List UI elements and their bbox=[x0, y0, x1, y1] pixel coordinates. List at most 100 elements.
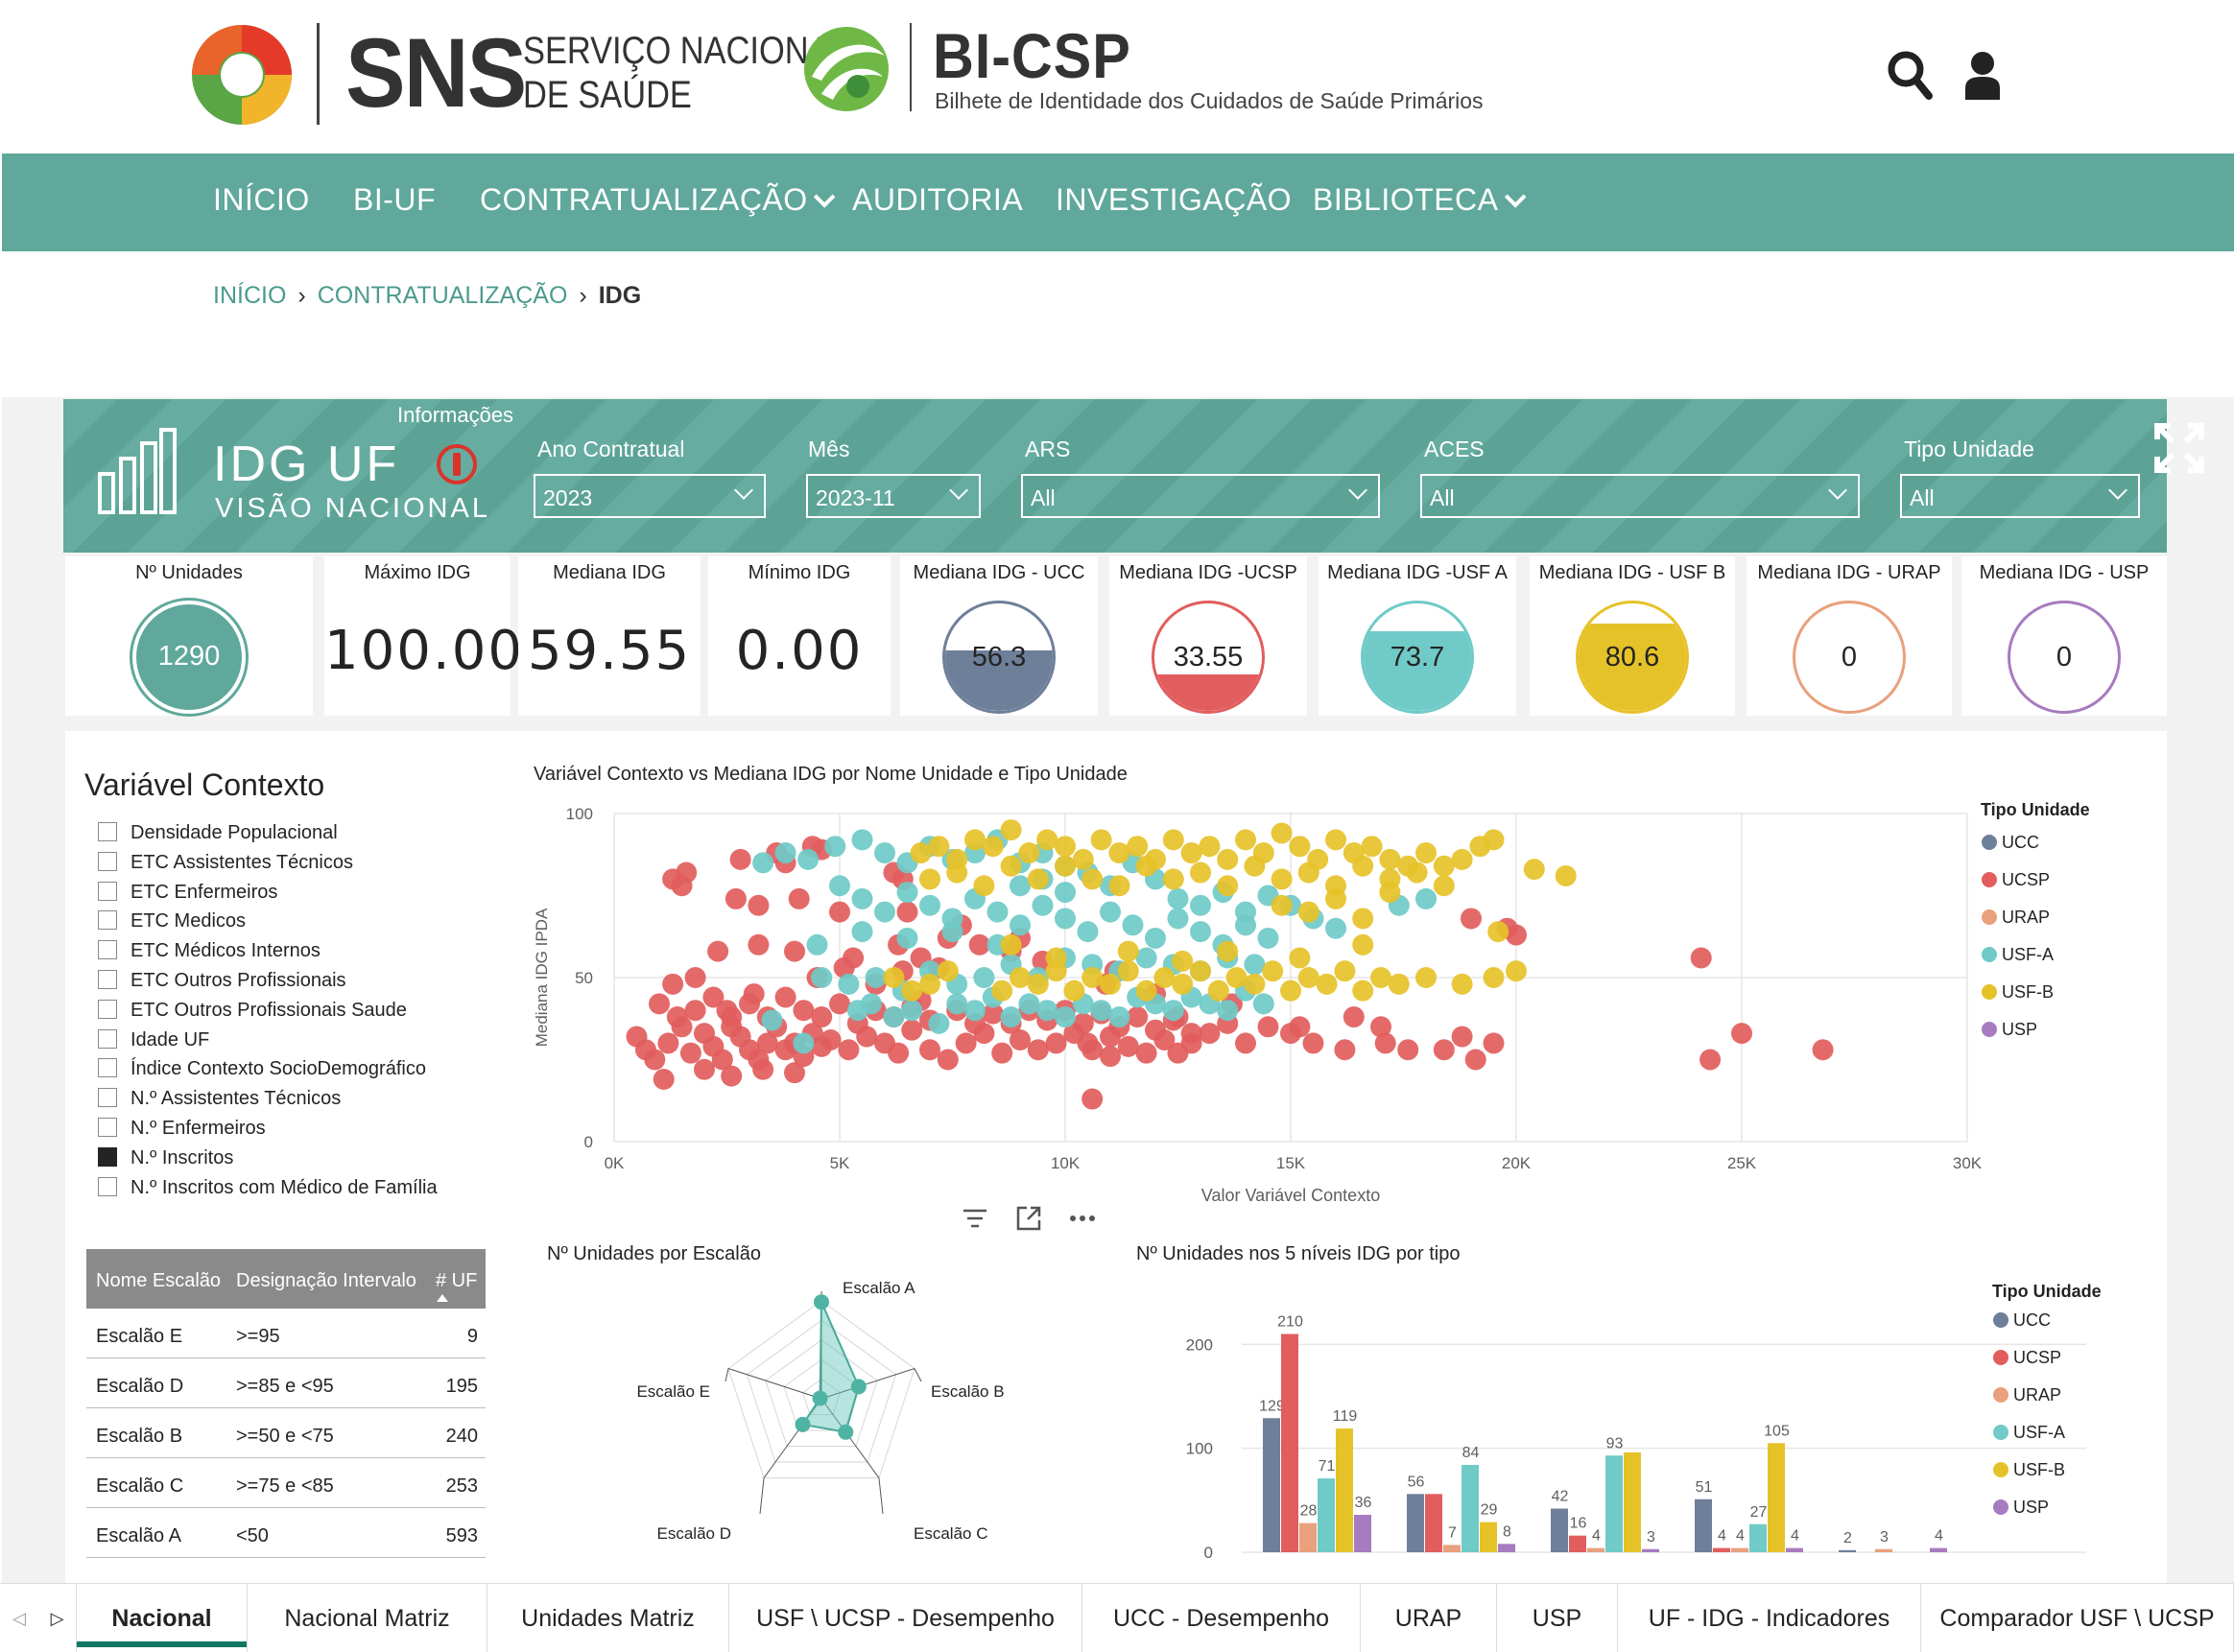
slicer-item[interactable]: ETC Enfermeiros bbox=[98, 881, 277, 904]
data-point-ucsp[interactable] bbox=[748, 933, 770, 956]
tab-usf-ucsp-desempenho[interactable]: USF \ UCSP - Desempenho bbox=[729, 1584, 1082, 1652]
data-point-usf-a[interactable] bbox=[1036, 1000, 1058, 1022]
data-point-usf-b[interactable] bbox=[1555, 864, 1577, 886]
data-point-ucsp[interactable] bbox=[1180, 1023, 1202, 1045]
nav-item-inicio[interactable]: INÍCIO bbox=[213, 182, 310, 218]
data-point-ucsp[interactable] bbox=[1081, 1039, 1104, 1061]
data-point-usf-a[interactable] bbox=[1162, 1000, 1184, 1022]
data-point-usf-b[interactable] bbox=[1172, 950, 1194, 972]
bar-ucc[interactable] bbox=[1695, 1499, 1712, 1552]
legend-marker[interactable] bbox=[1982, 947, 1997, 962]
data-point-usf-a[interactable] bbox=[1190, 921, 1211, 943]
bar-urap[interactable] bbox=[1587, 1547, 1604, 1552]
data-point-usf-a[interactable] bbox=[1235, 914, 1256, 936]
data-point-ucsp[interactable] bbox=[1135, 1042, 1157, 1064]
data-point-usf-b[interactable] bbox=[1000, 855, 1022, 877]
data-point-usf-a[interactable] bbox=[851, 887, 873, 909]
data-point-ucsp[interactable] bbox=[1302, 1032, 1324, 1054]
legend-marker[interactable] bbox=[1982, 872, 1997, 887]
data-point-usf-b[interactable] bbox=[1244, 855, 1266, 877]
legend-item[interactable]: URAP bbox=[2013, 1385, 2061, 1404]
data-point-usf-a[interactable] bbox=[1122, 914, 1144, 936]
data-point-usf-b[interactable] bbox=[1415, 967, 1437, 988]
data-point-ucsp[interactable] bbox=[788, 887, 810, 909]
data-point-ucsp[interactable] bbox=[919, 1039, 940, 1061]
radar-point[interactable] bbox=[812, 1390, 828, 1406]
checkbox-icon[interactable] bbox=[98, 1118, 117, 1137]
data-point-usf-a[interactable] bbox=[1055, 1006, 1076, 1028]
filter-icon[interactable] bbox=[962, 1207, 988, 1230]
tab-next-icon[interactable]: ▷ bbox=[38, 1584, 77, 1652]
data-point-usf-b[interactable] bbox=[1045, 947, 1067, 969]
data-point-ucsp[interactable] bbox=[991, 1042, 1013, 1064]
data-point-usf-b[interactable] bbox=[1316, 973, 1338, 995]
data-point-usf-b[interactable] bbox=[1117, 960, 1139, 982]
slicer-item[interactable]: ETC Outros Profissionais Saude bbox=[98, 999, 407, 1022]
data-point-usf-b[interactable] bbox=[1100, 973, 1121, 995]
bar-urap[interactable] bbox=[1443, 1545, 1461, 1552]
tab-nacional-matriz[interactable]: Nacional Matriz bbox=[248, 1584, 487, 1652]
bar-usp[interactable] bbox=[1498, 1544, 1515, 1552]
checkbox-icon[interactable] bbox=[98, 940, 117, 960]
data-point-ucsp[interactable] bbox=[649, 993, 670, 1015]
column-header-designacao-intervalo[interactable]: Designação Intervalo bbox=[236, 1270, 416, 1292]
data-point-ucsp[interactable] bbox=[1145, 1019, 1166, 1041]
data-point-ucsp[interactable] bbox=[1699, 1049, 1722, 1071]
data-point-usf-b[interactable] bbox=[1225, 967, 1248, 988]
bar-usf-b[interactable] bbox=[1768, 1443, 1785, 1552]
radar-point[interactable] bbox=[850, 1379, 867, 1395]
table-row[interactable]: Escalão A <50 593 bbox=[86, 1508, 486, 1558]
bar-usf-a[interactable] bbox=[1749, 1523, 1767, 1552]
data-point-usf-a[interactable] bbox=[811, 967, 833, 988]
slicer-item[interactable]: N.º Inscritos com Médico de Família bbox=[98, 1176, 438, 1199]
data-point-usf-a[interactable] bbox=[1100, 901, 1121, 923]
data-point-usf-a[interactable] bbox=[1010, 914, 1031, 936]
legend-item[interactable]: USP bbox=[2002, 1020, 2037, 1039]
data-point-usf-b[interactable] bbox=[928, 836, 950, 858]
data-point-usf-b[interactable] bbox=[1036, 829, 1058, 851]
bar-urap[interactable] bbox=[1875, 1548, 1892, 1552]
data-point-usf-b[interactable] bbox=[973, 875, 995, 897]
breadcrumb-link-contratualizacao[interactable]: CONTRATUALIZAÇÃO bbox=[318, 282, 568, 309]
data-point-usf-b[interactable] bbox=[1262, 960, 1284, 982]
checkbox-icon[interactable] bbox=[98, 881, 117, 901]
data-point-ucsp[interactable] bbox=[1334, 1039, 1356, 1061]
data-point-usf-b[interactable] bbox=[1379, 848, 1401, 870]
tab-urap[interactable]: URAP bbox=[1361, 1584, 1497, 1652]
data-point-usf-b[interactable] bbox=[1297, 861, 1319, 884]
data-point-usf-b[interactable] bbox=[1180, 842, 1202, 864]
data-point-usf-b[interactable] bbox=[1271, 822, 1293, 844]
tab-prev-icon[interactable]: ◁ bbox=[0, 1584, 38, 1652]
data-point-usf-b[interactable] bbox=[1027, 868, 1049, 890]
data-point-usf-a[interactable] bbox=[901, 1000, 923, 1022]
bar-urap[interactable] bbox=[1731, 1547, 1748, 1552]
data-point-ucsp[interactable] bbox=[1072, 1012, 1094, 1034]
slicer-item[interactable]: N.º Inscritos bbox=[98, 1146, 233, 1169]
legend-marker[interactable] bbox=[1982, 1022, 1997, 1037]
checkbox-icon[interactable] bbox=[98, 970, 117, 989]
data-point-ucsp[interactable] bbox=[1370, 1016, 1391, 1038]
legend-marker[interactable] bbox=[1993, 1350, 2008, 1365]
data-point-usf-a[interactable] bbox=[838, 973, 860, 995]
data-point-ucsp[interactable] bbox=[644, 1049, 666, 1071]
radar-chart[interactable]: Escalão A Escalão B Escalão C Escalão D Esca… bbox=[537, 1272, 1075, 1560]
data-point-usf-b[interactable] bbox=[1217, 875, 1239, 897]
data-point-ucsp[interactable] bbox=[662, 973, 684, 995]
nav-item-contratualizacao[interactable]: CONTRATUALIZAÇÃO bbox=[480, 182, 836, 218]
column-header-n-uf[interactable]: # UF bbox=[436, 1270, 477, 1292]
filter-ano-contratual[interactable]: 2023 bbox=[534, 474, 766, 518]
data-point-usf-a[interactable] bbox=[851, 921, 873, 943]
data-point-usf-b[interactable] bbox=[1289, 947, 1311, 969]
data-point-usf-b[interactable] bbox=[1000, 819, 1022, 841]
data-point-usf-b[interactable] bbox=[1207, 979, 1229, 1002]
data-point-usf-b[interactable] bbox=[964, 829, 986, 851]
nav-item-biblioteca[interactable]: BIBLIOTECA bbox=[1313, 182, 1526, 218]
bar-urap[interactable] bbox=[1299, 1522, 1317, 1552]
data-point-usf-b[interactable] bbox=[1334, 960, 1356, 982]
bar-ucc[interactable] bbox=[1551, 1508, 1568, 1553]
bar-ucsp[interactable] bbox=[1425, 1494, 1442, 1552]
data-point-usf-b[interactable] bbox=[937, 960, 959, 982]
scatter-chart[interactable]: 0 50 100 0K 5K 10K 15K 20K 25K 30K Valor Variável … bbox=[518, 792, 2111, 1215]
data-point-ucsp[interactable] bbox=[1812, 1039, 1834, 1061]
slicer-item[interactable]: Idade UF bbox=[98, 1028, 209, 1051]
